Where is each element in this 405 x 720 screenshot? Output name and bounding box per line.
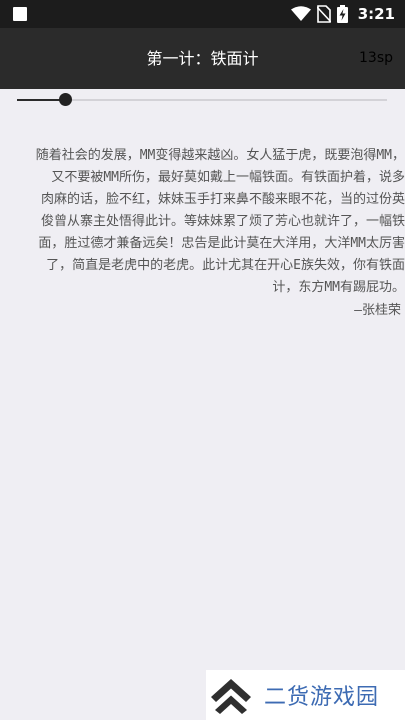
article-line: 面，胜过德才兼备远矣！忠告是此计莫在大洋用，大洋MM太厉害	[38, 236, 405, 251]
article-line: 又不要被MM所伤，最好莫如戴上一幅铁面。有铁面护着，说多	[51, 170, 405, 185]
page-title: 第一计：铁面计	[146, 49, 259, 68]
article-signature: —张桂荣	[354, 303, 401, 318]
slider-track[interactable]	[17, 99, 387, 101]
app-bar: 第一计：铁面计 13sp	[0, 28, 405, 89]
article-line: 随着社会的发展，MM变得越来越凶。女人猛于虎，既要泡得MM，	[35, 148, 405, 163]
no-sim-icon	[316, 5, 331, 23]
status-icons: 3:21	[290, 4, 395, 24]
status-time: 3:21	[357, 5, 395, 23]
status-bar: 3:21	[0, 0, 405, 28]
article-line: 了，简直是老虎中的老虎。此计尤其在开心E族失效，你有铁面	[46, 258, 405, 273]
font-size-slider[interactable]	[17, 92, 387, 108]
slider-thumb[interactable]	[59, 93, 73, 106]
article-line: 俊曾从寨主处悟得此计。等妹妹累了烦了芳心也就许了，一幅铁	[40, 214, 405, 229]
wifi-icon	[290, 6, 311, 21]
article-line: 计，东方MM有踢屁功。	[272, 280, 405, 295]
battery-charging-icon	[336, 5, 348, 23]
article-line: 肉麻的话，脸不红，妹妹玉手打来鼻不酸来眼不花，当的过份英	[40, 192, 405, 207]
double-chevron-up-logo-icon	[211, 679, 251, 714]
watermark: 二货游戏园	[206, 670, 405, 720]
watermark-text: 二货游戏园	[264, 685, 380, 710]
notification-square-icon	[13, 7, 27, 21]
font-size-label[interactable]: 13sp	[359, 28, 393, 89]
article-body: 随着社会的发展，MM变得越来越凶。女人猛于虎，既要泡得MM， 又不要被MM所伤，…	[0, 145, 405, 299]
slider-fill	[17, 99, 66, 101]
